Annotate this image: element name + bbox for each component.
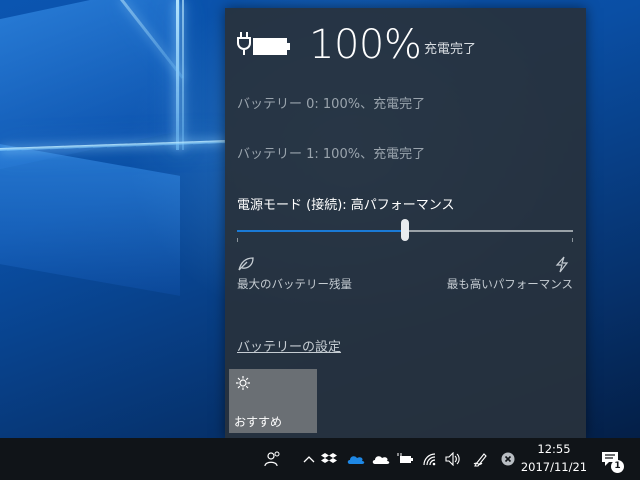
volume-icon: [445, 452, 460, 466]
sun-icon: [236, 376, 250, 390]
close-circle-icon: [501, 452, 515, 466]
wifi-icon: [423, 453, 436, 466]
taskbar: 12:55 2017/11/21 1: [0, 438, 640, 480]
onedrive-tray[interactable]: [370, 438, 392, 480]
people-button[interactable]: [260, 438, 286, 480]
battery-flyout: 100% 充電完了 バッテリー 0: 100%、充電完了 バッテリー 1: 10…: [225, 8, 586, 438]
onedrive-blue-icon: [347, 455, 365, 464]
close-tray[interactable]: [498, 438, 518, 480]
onedrive-business-tray[interactable]: [345, 438, 367, 480]
battery-status: 充電完了: [424, 42, 477, 57]
clock-date[interactable]: 2017/11/21: [518, 460, 590, 474]
recommended-tile-label: おすすめ: [234, 415, 283, 429]
slider-tick-min: [237, 238, 238, 242]
pen-workspace-tray[interactable]: [470, 438, 492, 480]
network-tray[interactable]: [421, 438, 439, 480]
notification-count-badge: 1: [611, 460, 624, 473]
chevron-up-icon: [303, 456, 315, 463]
volume-tray[interactable]: [443, 438, 463, 480]
clock-time[interactable]: 12:55: [524, 442, 584, 456]
power-mode-title: 電源モード (接続): 高パフォーマンス: [237, 198, 455, 213]
battery-1-status: バッテリー 1: 100%、充電完了: [237, 147, 426, 162]
leaf-icon: [238, 257, 254, 271]
battery-percentage: 100%: [309, 22, 422, 68]
show-hidden-icons-button[interactable]: [300, 438, 318, 480]
dropbox-icon: [321, 453, 337, 463]
battery-settings-link[interactable]: バッテリーの設定: [237, 336, 341, 355]
battery-tray[interactable]: [396, 438, 414, 480]
lightning-icon: [555, 256, 569, 273]
power-mode-slider[interactable]: [237, 219, 573, 241]
battery-0-status: バッテリー 0: 100%、充電完了: [237, 97, 426, 112]
people-icon: [264, 451, 280, 467]
pen-icon: [473, 453, 487, 467]
wallpaper-pane: [0, 144, 180, 296]
action-center-button[interactable]: [596, 438, 624, 480]
power-mode-min-label: 最大のバッテリー残量: [237, 277, 352, 291]
power-mode-slider-thumb[interactable]: [401, 219, 409, 241]
slider-tick-max: [572, 238, 573, 242]
onedrive-white-icon: [372, 455, 390, 464]
power-mode-max-label: 最も高いパフォーマンス: [446, 277, 573, 291]
power-mode-slider-fill: [237, 230, 405, 232]
dropbox-tray[interactable]: [320, 438, 338, 480]
battery-plugged-icon: [397, 453, 413, 463]
battery-plugged-icon: [237, 32, 290, 55]
recommended-tile[interactable]: おすすめ: [229, 369, 317, 433]
